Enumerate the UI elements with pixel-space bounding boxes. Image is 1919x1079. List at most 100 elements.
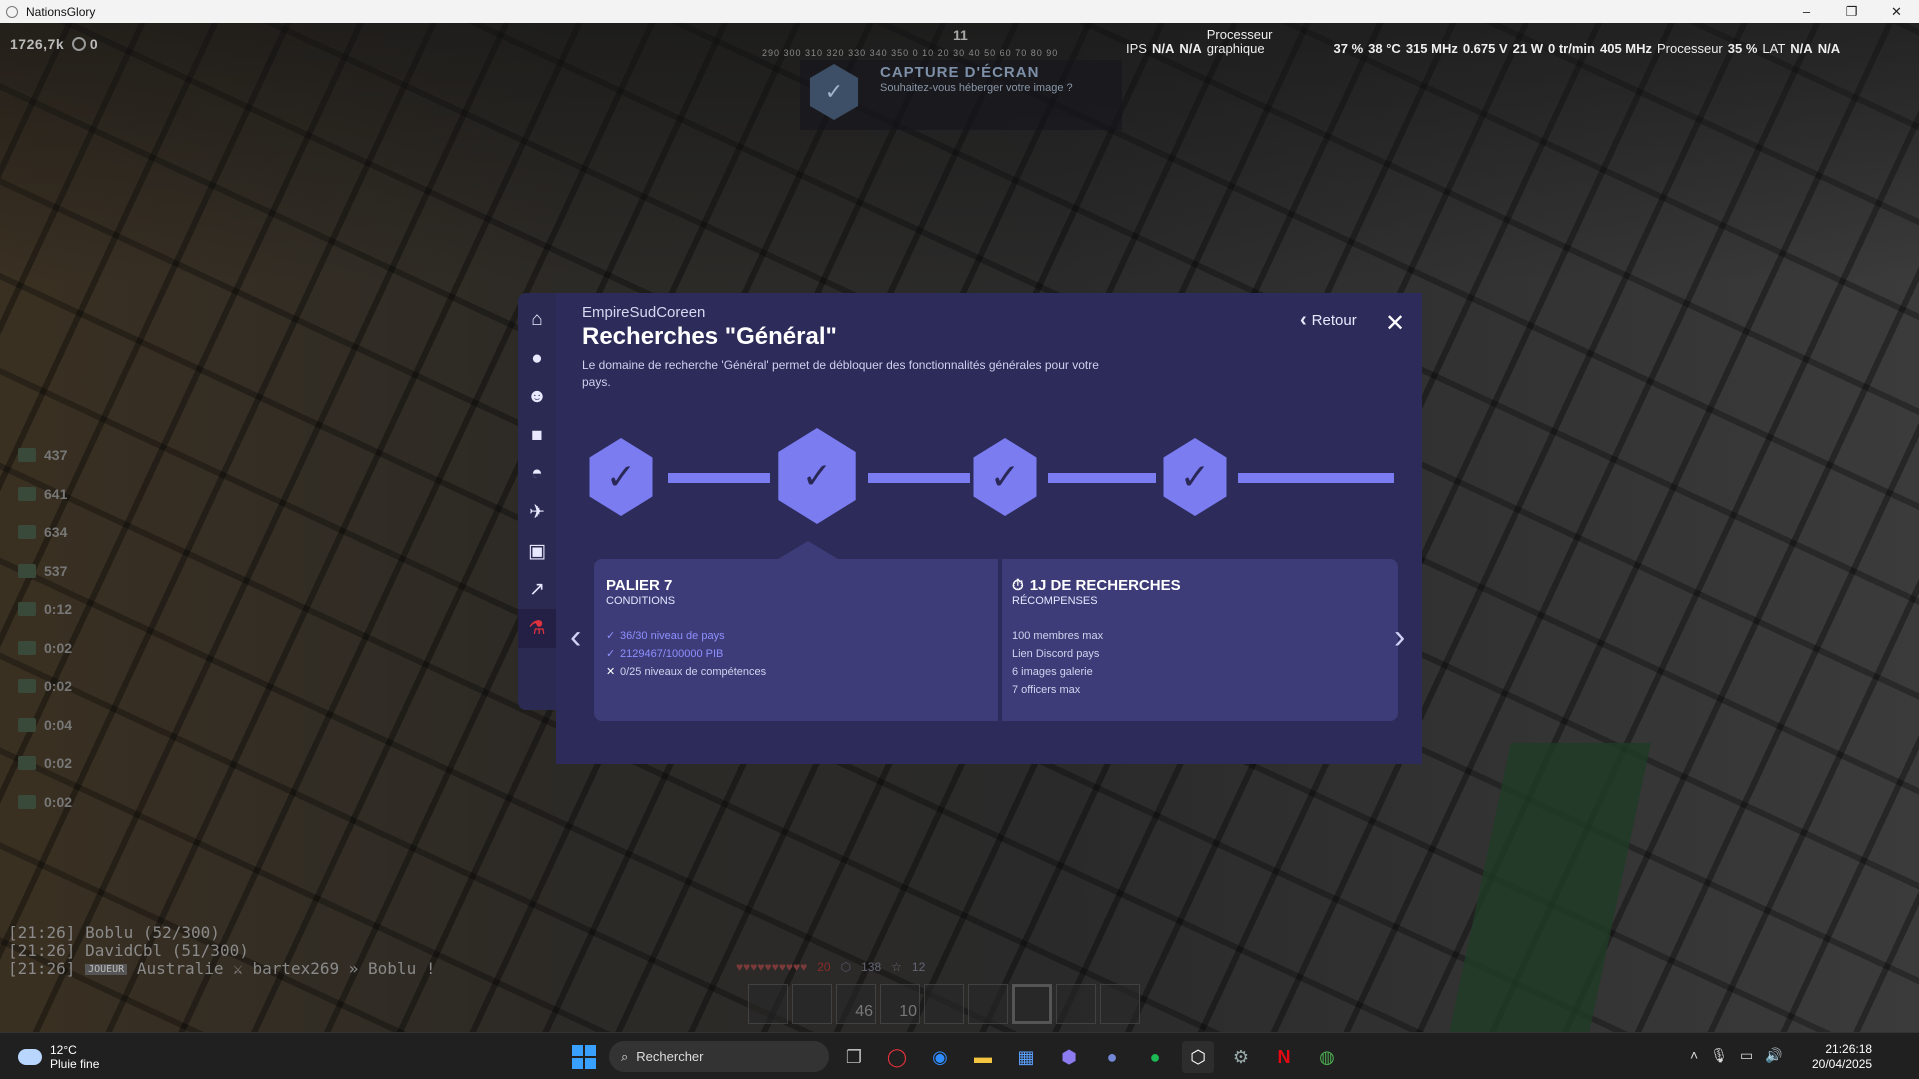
compass-heading: 11 [953, 27, 968, 43]
nav-stats-button[interactable]: ↗ [518, 571, 556, 610]
network-icon[interactable]: ▭ [1740, 1047, 1753, 1064]
check-icon: ✓ [1179, 456, 1211, 497]
windows-logo-icon [585, 1058, 596, 1069]
clock-date: 20/04/2025 [1812, 1057, 1873, 1071]
check-icon: ✓ [606, 630, 616, 642]
check-icon: ✓ [605, 456, 637, 497]
game-launcher-icon[interactable]: ⬡ [1182, 1041, 1214, 1073]
chevron-up-icon[interactable]: ˄ [1690, 1047, 1698, 1064]
chrome-icon[interactable]: ◍ [1311, 1041, 1343, 1073]
nav-members-button[interactable]: ☻ [518, 378, 556, 417]
file-explorer-icon[interactable]: ▬ [967, 1041, 999, 1073]
side-hud-item: 537 [18, 552, 72, 591]
previous-tier-arrow[interactable]: ‹ [570, 618, 581, 657]
start-button[interactable] [572, 1045, 596, 1069]
lat-value: N/A [1790, 41, 1813, 56]
microphone-icon[interactable]: 🎙 [1710, 1047, 1728, 1064]
progress-node[interactable]: ✓ [973, 438, 1037, 516]
compass-scale: 290 300 310 320 330 340 350 0 10 20 30 4… [762, 48, 1059, 58]
stopwatch-icon: ⏱ [1012, 577, 1024, 594]
progress-segment [668, 473, 770, 483]
opera-icon[interactable]: ◯ [881, 1041, 913, 1073]
gpu-usage: 37 % [1333, 41, 1364, 56]
level-value: 12 [911, 960, 926, 974]
side-hud-item: 0:04 [18, 706, 72, 745]
resource-icon [18, 563, 36, 578]
maximize-button[interactable]: ❐ [1829, 0, 1874, 23]
taskbar-search[interactable]: ⌕ Rechercher [609, 1041, 829, 1072]
netflix-icon[interactable]: N [1268, 1041, 1300, 1073]
money-suffix: 0 [89, 36, 99, 52]
store-icon[interactable]: ▦ [1010, 1041, 1042, 1073]
nav-business-button[interactable]: ■ [518, 417, 556, 456]
cpu-label: Processeur [1657, 41, 1723, 56]
browser-icon[interactable]: ◉ [924, 1041, 956, 1073]
hotbar-slot[interactable]: 10 [880, 984, 920, 1024]
hotbar-slot[interactable] [792, 984, 832, 1024]
weather-temperature: 12°C [50, 1043, 77, 1057]
reward-item: 6 images galerie [1012, 666, 1093, 678]
search-placeholder: Rechercher [636, 1049, 704, 1064]
hotbar-slot[interactable] [968, 984, 1008, 1024]
next-tier-arrow[interactable]: › [1394, 618, 1405, 657]
nav-home-button[interactable]: ⌂ [518, 301, 556, 340]
hotbar-slot[interactable] [924, 984, 964, 1024]
reward-item: Lien Discord pays [1012, 648, 1100, 660]
gpu-label-line1: Processeur [1206, 27, 1273, 42]
hotbar: 46 10 [748, 984, 1140, 1024]
side-hud-item: 0:12 [18, 590, 72, 629]
hotbar-slot[interactable] [748, 984, 788, 1024]
nav-gallery-button[interactable]: ▣ [518, 532, 556, 571]
research-modal: EmpireSudCoreen Recherches "Général" Le … [556, 293, 1422, 764]
discord-icon[interactable]: ● [1096, 1041, 1128, 1073]
minimize-button[interactable]: – [1784, 0, 1829, 23]
volume-icon[interactable]: 🔊 [1765, 1047, 1782, 1064]
progress-node[interactable]: ✓ [589, 438, 653, 516]
nav-diplomacy-button[interactable]: ✈ [518, 494, 556, 533]
cube-app-icon[interactable]: ⬢ [1053, 1041, 1085, 1073]
gpu-fan: 0 tr/min [1548, 41, 1595, 56]
nav-research-button[interactable]: ⚗ [518, 609, 556, 648]
back-button[interactable]: ‹ Retour [1300, 309, 1357, 332]
gpu-clock: 315 MHz [1405, 41, 1458, 56]
progress-segment [868, 473, 970, 483]
hotbar-slot[interactable] [1100, 984, 1140, 1024]
lat-label: LAT [1762, 41, 1786, 56]
check-icon: ✓ [801, 455, 833, 496]
nav-military-button[interactable]: ◓ [518, 455, 556, 494]
progress-segment [1238, 473, 1394, 483]
task-view-icon[interactable]: ❐ [838, 1041, 870, 1073]
armor-value: 138 [861, 960, 882, 974]
slot-count: 10 [899, 1003, 917, 1020]
eye-icon [18, 602, 36, 617]
screenshot-notice[interactable]: ✓ CAPTURE D'ÉCRAN Souhaitez-vous héberge… [800, 60, 1122, 130]
close-modal-button[interactable]: ✕ [1385, 309, 1405, 338]
progress-segment [1048, 473, 1156, 483]
panel-divider [998, 559, 1002, 721]
progress-node-selected[interactable]: ✓ [778, 428, 856, 524]
gpu-power: 21 W [1512, 41, 1544, 56]
side-hud-value: 0:02 [44, 793, 73, 810]
settings-icon[interactable]: ⚙ [1225, 1041, 1257, 1073]
condition-item: ✓ 2129467/100000 PIB [606, 645, 766, 663]
lat-value-2: N/A [1817, 41, 1841, 56]
side-hud-value: 0:12 [44, 601, 73, 618]
hotbar-slot[interactable] [1056, 984, 1096, 1024]
spotify-icon[interactable]: ● [1139, 1041, 1171, 1073]
duration-text: 1J DE RECHERCHES [1029, 577, 1181, 594]
resource-icon [18, 525, 36, 540]
gpu-temp: 38 °C [1368, 41, 1401, 56]
hotbar-slot[interactable]: 46 [836, 984, 876, 1024]
side-hud-item: 0:02 [18, 667, 72, 706]
nav-bank-button[interactable]: ● [518, 340, 556, 379]
screenshot-subtitle: Souhaitez-vous héberger votre image ? [880, 82, 1073, 94]
side-hud-value: 0:04 [44, 716, 73, 733]
piggy-bank-icon: ● [531, 347, 543, 369]
hotbar-slot-selected[interactable] [1012, 984, 1052, 1024]
progress-node[interactable]: ✓ [1163, 438, 1227, 516]
side-hud-item: 437 [18, 436, 72, 475]
clock[interactable]: 21:26:18 20/04/2025 [1812, 1042, 1872, 1072]
close-window-button[interactable]: ✕ [1874, 0, 1919, 23]
app-icon [6, 5, 18, 18]
weather-widget[interactable]: 12°C Pluie fine [18, 1043, 99, 1071]
